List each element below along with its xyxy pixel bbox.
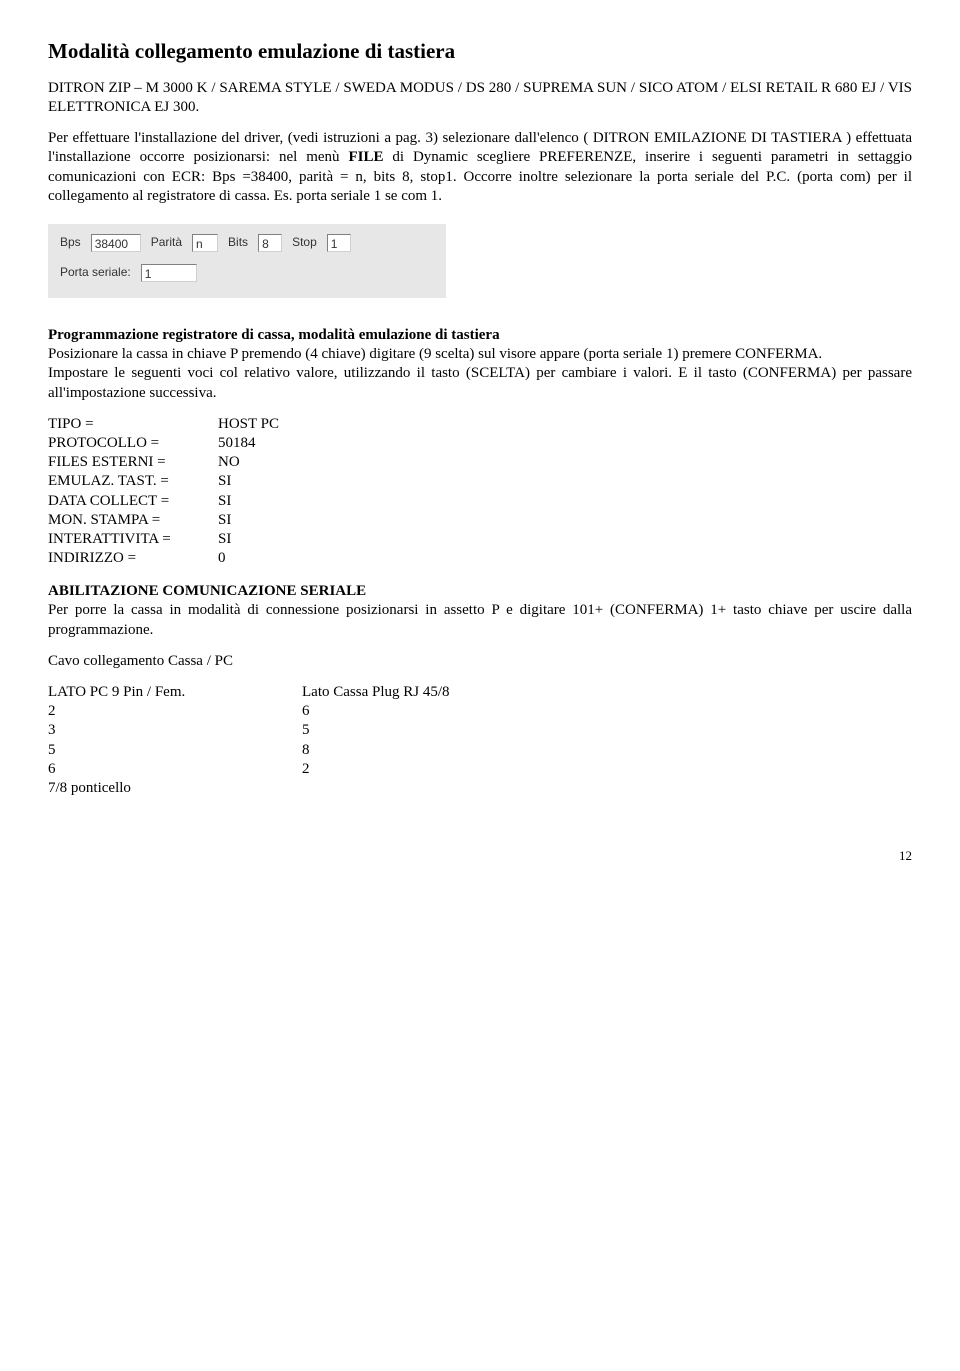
parita-field[interactable]: n [192,234,218,252]
cable-row: 3 5 [48,721,912,740]
cable-cell-a: 6 [48,760,302,779]
cable-cell-b: 8 [302,741,310,760]
cable-cell-a: 2 [48,702,302,721]
programming-title: Programmazione registratore di cassa, mo… [48,327,500,343]
setting-val: NO [218,453,240,472]
intro-paragraph: Per effettuare l'installazione del drive… [48,129,912,206]
setting-row: TIPO = HOST PC [48,415,912,434]
cable-header-b: Lato Cassa Plug RJ 45/8 [302,683,450,702]
programming-line-2: Impostare le seguenti voci col relativo … [48,365,912,400]
setting-val: 0 [218,549,226,568]
setting-val: SI [218,530,231,549]
setting-key: FILES ESTERNI = [48,453,218,472]
cable-cell-b: 2 [302,760,310,779]
setting-row: INTERATTIVITA = SI [48,530,912,549]
cable-cell-a: 5 [48,741,302,760]
abilitazione-text: Per porre la cassa in modalità di connes… [48,602,912,637]
cable-row: 5 8 [48,741,912,760]
setting-row: MON. STAMPA = SI [48,511,912,530]
cable-cell-a: 3 [48,721,302,740]
cable-row: 6 2 [48,760,912,779]
setting-key: INDIRIZZO = [48,549,218,568]
cable-cell-b: 6 [302,702,310,721]
programming-line-1: Posizionare la cassa in chiave P premend… [48,346,822,362]
serial-config-row-1: Bps 38400 Parità n Bits 8 Stop 1 [60,234,434,252]
setting-key: TIPO = [48,415,218,434]
device-models: DITRON ZIP – M 3000 K / SAREMA STYLE / S… [48,79,912,117]
parita-label: Parità [151,235,182,250]
cable-header-a: LATO PC 9 Pin / Fem. [48,683,302,702]
setting-row: PROTOCOLLO = 50184 [48,434,912,453]
cavo-title: Cavo collegamento Cassa / PC [48,652,912,671]
abilitazione-section: ABILITAZIONE COMUNICAZIONE SERIALE Per p… [48,582,912,640]
porta-field[interactable]: 1 [141,264,197,282]
cable-header: LATO PC 9 Pin / Fem. Lato Cassa Plug RJ … [48,683,912,702]
stop-field[interactable]: 1 [327,234,351,252]
page-number: 12 [48,848,912,865]
page-title: Modalità collegamento emulazione di tast… [48,38,912,65]
setting-row: EMULAZ. TAST. = SI [48,472,912,491]
setting-val: SI [218,492,231,511]
porta-label: Porta seriale: [60,265,131,280]
setting-val: SI [218,511,231,530]
stop-label: Stop [292,235,317,250]
settings-list: TIPO = HOST PC PROTOCOLLO = 50184 FILES … [48,415,912,569]
cable-cell-b: 5 [302,721,310,740]
setting-row: FILES ESTERNI = NO [48,453,912,472]
setting-row: DATA COLLECT = SI [48,492,912,511]
setting-key: PROTOCOLLO = [48,434,218,453]
bps-label: Bps [60,235,81,250]
bits-label: Bits [228,235,248,250]
cable-row: 2 6 [48,702,912,721]
cable-footer: 7/8 ponticello [48,779,912,798]
serial-config-panel: Bps 38400 Parità n Bits 8 Stop 1 Porta s… [48,224,446,298]
intro-text-bold: FILE [348,149,383,165]
setting-row: INDIRIZZO = 0 [48,549,912,568]
setting-key: INTERATTIVITA = [48,530,218,549]
setting-val: SI [218,472,231,491]
setting-key: DATA COLLECT = [48,492,218,511]
bps-field[interactable]: 38400 [91,234,141,252]
setting-key: MON. STAMPA = [48,511,218,530]
programming-section: Programmazione registratore di cassa, mo… [48,326,912,403]
serial-config-row-2: Porta seriale: 1 [60,264,434,282]
bits-field[interactable]: 8 [258,234,282,252]
setting-val: 50184 [218,434,256,453]
setting-val: HOST PC [218,415,279,434]
cable-table: LATO PC 9 Pin / Fem. Lato Cassa Plug RJ … [48,683,912,798]
setting-key: EMULAZ. TAST. = [48,472,218,491]
abilitazione-title: ABILITAZIONE COMUNICAZIONE SERIALE [48,583,366,599]
